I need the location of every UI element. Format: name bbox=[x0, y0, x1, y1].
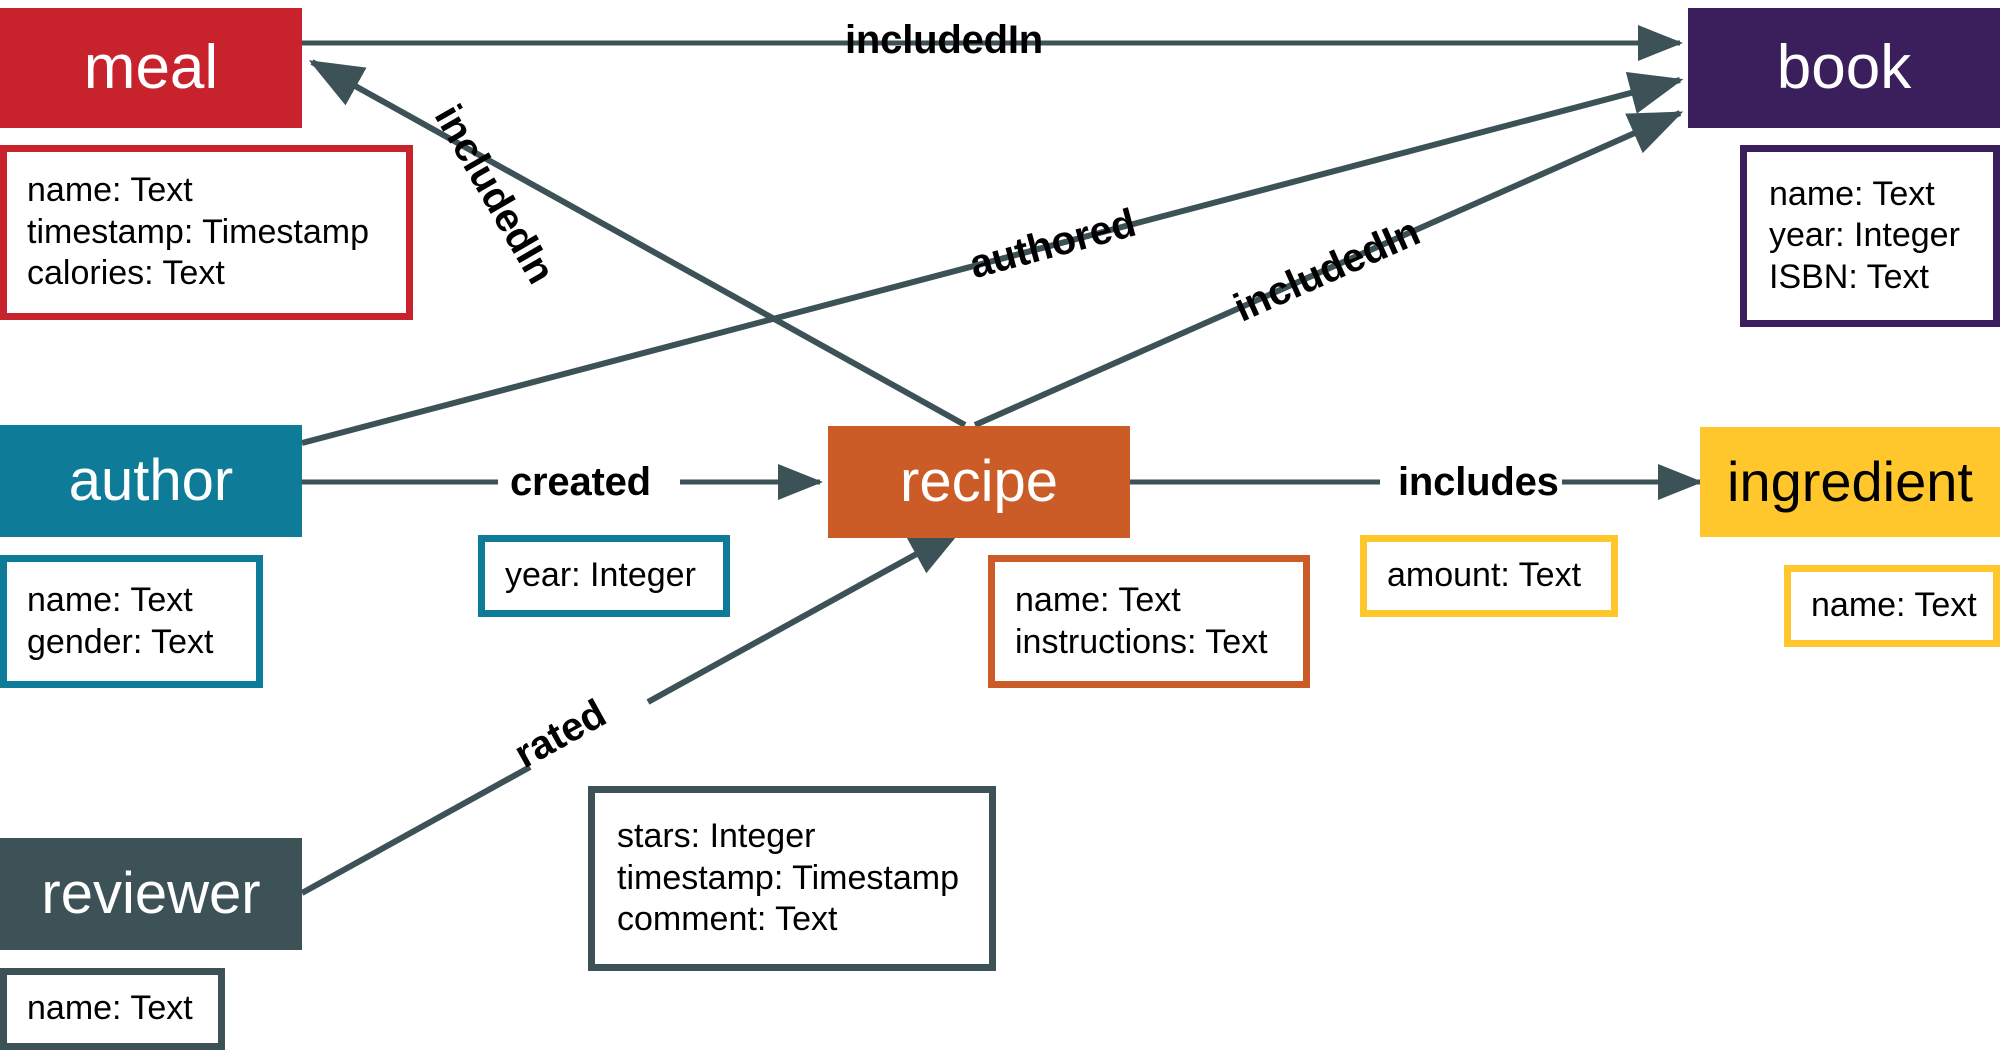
attr-recipe-0: name: Text bbox=[1015, 581, 1181, 620]
entity-author[interactable]: author bbox=[0, 425, 302, 537]
edge-label-recipe-includes-ingredient: includes bbox=[1398, 460, 1559, 504]
entity-meal-label: meal bbox=[83, 33, 219, 102]
entity-author-label: author bbox=[68, 448, 234, 513]
attr-includes-0: amount: Text bbox=[1387, 556, 1582, 595]
entity-book-label: book bbox=[1776, 33, 1912, 102]
entity-recipe[interactable]: recipe bbox=[828, 426, 1130, 538]
entity-reviewer[interactable]: reviewer bbox=[0, 838, 302, 950]
entity-meal[interactable]: meal bbox=[0, 8, 302, 128]
attr-book-1: year: Integer bbox=[1769, 216, 1960, 255]
edge-reviewer-rated-recipe-a bbox=[300, 764, 532, 896]
attr-created-0: year: Integer bbox=[505, 556, 696, 595]
attrbox-author: name: Text gender: Text bbox=[0, 555, 263, 688]
attr-meal-2: calories: Text bbox=[27, 254, 225, 293]
attr-book-2: ISBN: Text bbox=[1769, 257, 1929, 296]
edge-label-meal-includedin-book: includedIn bbox=[845, 18, 1044, 62]
attr-rated-2: comment: Text bbox=[617, 900, 838, 939]
entity-ingredient-label: ingredient bbox=[1727, 450, 1973, 513]
attr-rated-1: timestamp: Timestamp bbox=[617, 858, 959, 897]
attrbox-includes: amount: Text bbox=[1360, 535, 1618, 617]
attrbox-recipe: name: Text instructions: Text bbox=[988, 555, 1310, 688]
attrbox-meal: name: Text timestamp: Timestamp calories… bbox=[0, 145, 413, 320]
entity-book[interactable]: book bbox=[1688, 8, 2000, 128]
attr-recipe-1: instructions: Text bbox=[1015, 622, 1268, 661]
attrbox-reviewer: name: Text bbox=[0, 968, 225, 1050]
edge-label-author-created-recipe: created bbox=[510, 460, 651, 504]
attrbox-rated: stars: Integer timestamp: Timestamp comm… bbox=[588, 786, 996, 971]
attrbox-ingredient: name: Text bbox=[1784, 565, 2000, 647]
attr-meal-0: name: Text bbox=[27, 171, 193, 210]
attrbox-created: year: Integer bbox=[478, 535, 730, 617]
attr-author-0: name: Text bbox=[27, 581, 193, 620]
attr-meal-1: timestamp: Timestamp bbox=[27, 212, 369, 251]
entity-reviewer-label: reviewer bbox=[41, 861, 261, 926]
entity-recipe-label: recipe bbox=[900, 449, 1058, 514]
attr-ingredient-0: name: Text bbox=[1811, 586, 1977, 625]
attrbox-book: name: Text year: Integer ISBN: Text bbox=[1740, 145, 2000, 327]
attr-author-1: gender: Text bbox=[27, 622, 214, 661]
entity-ingredient[interactable]: ingredient bbox=[1700, 427, 2000, 537]
attr-reviewer-0: name: Text bbox=[27, 989, 193, 1028]
attr-book-0: name: Text bbox=[1769, 174, 1935, 213]
er-diagram: meal name: Text timestamp: Timestamp cal… bbox=[0, 0, 2000, 1063]
attr-rated-0: stars: Integer bbox=[617, 817, 816, 856]
